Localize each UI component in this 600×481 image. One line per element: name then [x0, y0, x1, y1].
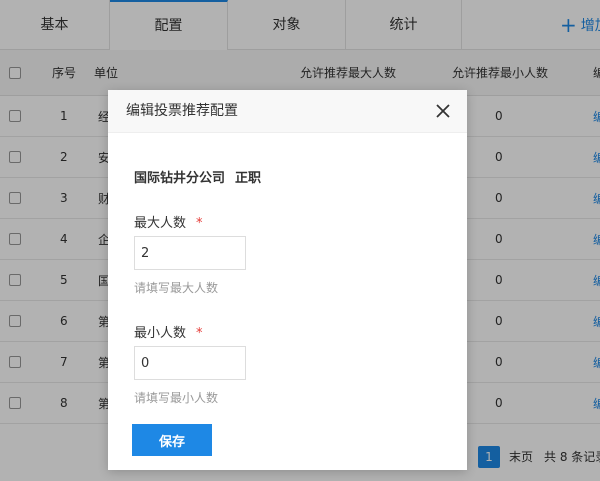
min-count-input[interactable] — [134, 346, 246, 380]
close-icon — [436, 104, 450, 118]
min-count-label: 最小人数 * — [134, 326, 203, 341]
max-count-input[interactable] — [134, 236, 246, 270]
dialog-header: 编辑投票推荐配置 — [108, 90, 467, 133]
dialog-title: 编辑投票推荐配置 — [126, 103, 238, 119]
edit-config-dialog: 编辑投票推荐配置 国际钻井分公司正职 最大人数* 请填写最大人数 最小人数* 请… — [108, 90, 467, 470]
min-count-hint: 请填写最小人数 — [134, 391, 219, 405]
max-count-label: 最大人数 * — [134, 216, 203, 231]
max-count-hint: 请填写最大人数 — [134, 281, 219, 295]
position-name: 正职 — [235, 171, 262, 186]
org-name: 国际钻井分公司 — [134, 171, 226, 186]
required-mark: * — [196, 216, 203, 231]
save-button[interactable]: 保存 — [132, 424, 212, 456]
close-button[interactable] — [433, 101, 453, 121]
org-info: 国际钻井分公司 正职 — [134, 167, 261, 186]
required-mark: * — [196, 326, 203, 341]
